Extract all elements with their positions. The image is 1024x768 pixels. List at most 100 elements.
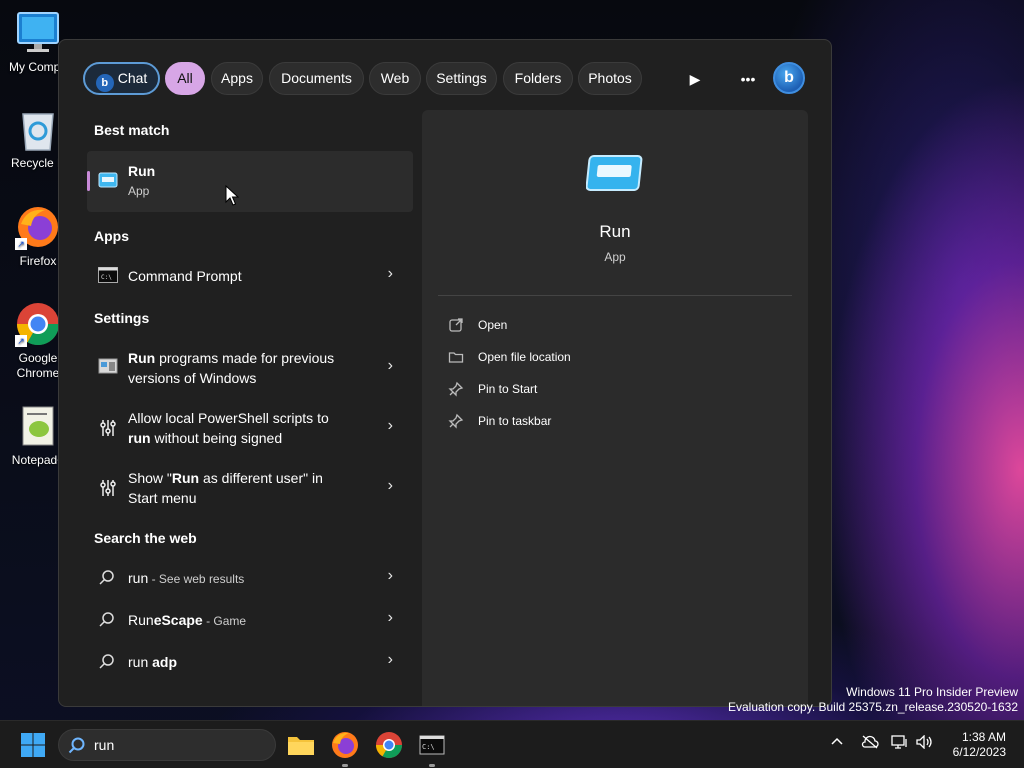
web-subtitle: See web results (158, 572, 245, 586)
section-search-web: Search the web (94, 530, 197, 546)
windows-watermark: Windows 11 Pro Insider Preview Evaluatio… (728, 685, 1018, 715)
filter-web[interactable]: Web (369, 62, 421, 95)
bing-chat-icon: b (95, 74, 114, 92)
chevron-right-icon[interactable]: › (388, 417, 393, 435)
filter-label: Chat (117, 70, 148, 86)
search-panel: b Chat All Apps Documents Web Settings Fo… (58, 39, 832, 707)
section-best-match: Best match (94, 122, 170, 138)
search-icon (98, 611, 118, 631)
chrome-icon: ↗ (15, 301, 61, 347)
compat-icon (98, 358, 118, 378)
search-icon (98, 653, 118, 673)
clock[interactable]: 1:38 AM 6/12/2023 (953, 730, 1006, 760)
mouse-cursor-icon (225, 184, 240, 207)
bing-icon[interactable]: b (773, 62, 805, 94)
cloud-offline-icon[interactable] (861, 735, 879, 752)
running-indicator (342, 764, 348, 767)
section-apps: Apps (94, 228, 129, 244)
setting-run-as-different-user[interactable]: Show "Run as different user" in Start me… (87, 458, 413, 518)
best-match-run[interactable]: Run App (87, 151, 413, 212)
taskbar-firefox[interactable] (329, 729, 361, 767)
app-command-prompt[interactable]: C:\ Command Prompt › (87, 256, 413, 296)
web-sep: - (202, 614, 214, 628)
section-settings: Settings (94, 310, 150, 326)
start-button[interactable] (17, 729, 49, 761)
svg-text:C:\: C:\ (422, 743, 435, 751)
setting-text: Allow local PowerShell scripts to (128, 410, 329, 426)
run-icon (585, 154, 644, 194)
run-icon (98, 172, 118, 192)
selection-accent (87, 171, 90, 191)
chrome-icon (375, 732, 403, 759)
taskbar-command-prompt[interactable]: C:\ (416, 729, 448, 767)
monitor-icon (15, 10, 61, 56)
web-subtitle: Game (213, 614, 247, 628)
web-query-bold: adp (152, 654, 178, 670)
setting-run-compat[interactable]: Run programs made for previous versions … (87, 338, 413, 398)
network-icon[interactable] (891, 735, 909, 752)
setting-bold: run (128, 430, 151, 446)
more-icon[interactable]: ••• (735, 66, 761, 92)
setting-bold: Run (171, 470, 200, 486)
chevron-right-icon[interactable]: › (388, 477, 393, 495)
filter-apps[interactable]: Apps (211, 62, 263, 95)
setting-powershell-scripts[interactable]: Allow local PowerShell scripts to run wi… (87, 398, 413, 458)
firefox-icon: ↗ (15, 204, 61, 250)
taskbar-search-box[interactable]: run (58, 729, 276, 761)
web-query-bold: eScape (153, 612, 203, 628)
svg-text:C:\: C:\ (101, 274, 112, 281)
setting-bold: Run (128, 350, 156, 366)
shortcut-arrow-icon: ↗ (15, 238, 27, 250)
setting-text: Show " (128, 470, 172, 486)
action-label: Pin to Start (478, 382, 538, 396)
action-label: Open file location (478, 350, 571, 364)
filter-all[interactable]: All (165, 62, 205, 95)
web-query: run (128, 570, 149, 586)
chevron-right-icon[interactable]: › (388, 609, 393, 627)
watermark-line1: Windows 11 Pro Insider Preview (846, 685, 1018, 699)
cmd-icon: C:\ (98, 267, 118, 287)
taskbar-file-explorer[interactable] (285, 729, 317, 761)
setting-text: programs made for previous versions of W… (128, 350, 335, 386)
clock-date: 6/12/2023 (952, 745, 1006, 759)
web-result-runescape[interactable]: RuneScape - Game › (87, 600, 413, 640)
detail-subtitle: App (604, 250, 626, 264)
volume-icon[interactable] (916, 734, 934, 752)
filter-documents[interactable]: Documents (269, 62, 364, 95)
chevron-right-icon[interactable]: › (388, 357, 393, 375)
notepad-plus-plus-icon (15, 403, 61, 449)
taskbar-search-query: run (94, 737, 115, 753)
web-query: Run (128, 612, 154, 628)
pin-icon (448, 381, 464, 397)
filter-photos[interactable]: Photos (578, 62, 642, 95)
folder-icon (448, 349, 464, 365)
detail-divider (438, 295, 792, 296)
search-icon (67, 736, 87, 761)
pin-icon (448, 413, 464, 429)
detail-title: Run (599, 222, 631, 241)
cmd-icon: C:\ (419, 735, 445, 755)
taskbar-google-chrome[interactable] (373, 729, 405, 761)
detail-pane: Run App Open Open file location Pin to S… (422, 110, 808, 706)
filter-bar: b Chat All Apps Documents Web Settings Fo… (83, 62, 813, 96)
filter-settings[interactable]: Settings (426, 62, 497, 95)
web-query: run (128, 654, 153, 670)
chevron-right-icon[interactable]: › (388, 651, 393, 669)
play-icon[interactable]: ▶ (682, 66, 708, 92)
firefox-icon (332, 732, 358, 758)
chevron-right-icon[interactable]: › (388, 567, 393, 585)
recycle-bin-icon (15, 106, 61, 152)
chevron-right-icon[interactable]: › (388, 265, 393, 283)
best-match-title: Run (128, 163, 156, 179)
filter-folders[interactable]: Folders (503, 62, 573, 95)
web-result-run[interactable]: run - See web results › (87, 558, 413, 598)
web-result-run-adp[interactable]: run adp › (87, 642, 413, 682)
dev-settings-icon (98, 478, 118, 498)
action-label: Open (478, 318, 508, 332)
open-external-icon (448, 317, 464, 333)
dev-settings-icon (98, 418, 118, 438)
chevron-up-icon[interactable] (830, 735, 844, 752)
running-indicator (429, 764, 435, 767)
filter-chat[interactable]: b Chat (83, 62, 160, 95)
clock-time: 1:38 AM (961, 730, 1006, 744)
